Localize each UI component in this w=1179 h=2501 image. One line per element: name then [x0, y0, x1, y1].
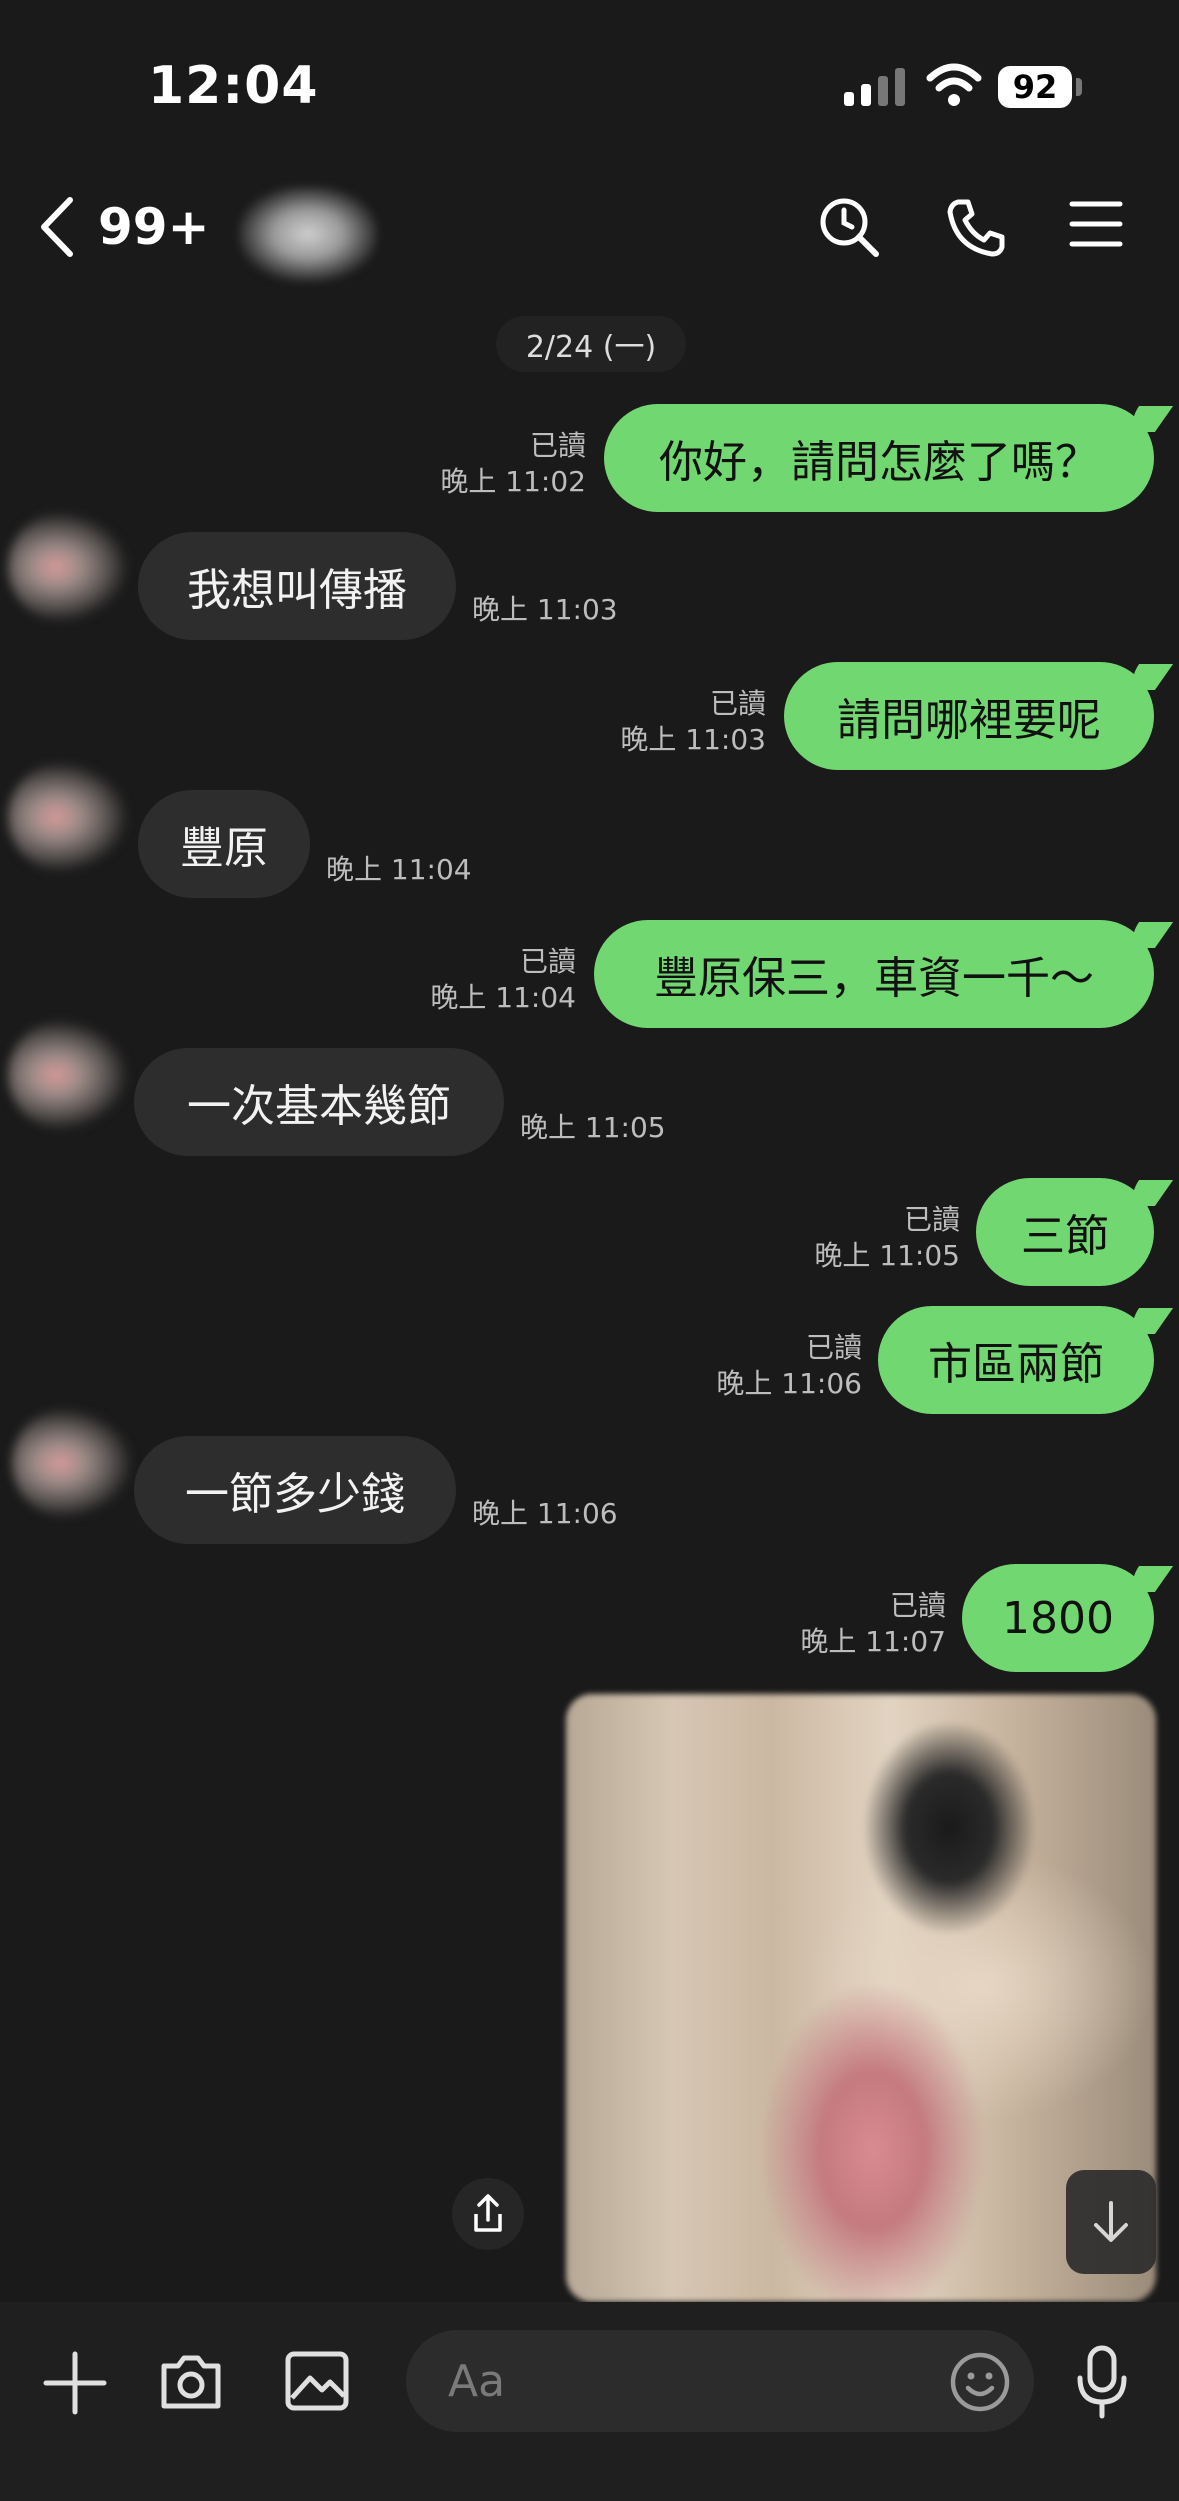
message-time: 晚上 11:03: [620, 723, 766, 756]
battery-indicator: 92: [998, 66, 1072, 108]
microphone-icon[interactable]: [1072, 2344, 1132, 2420]
contact-avatar[interactable]: [8, 762, 128, 872]
search-icon[interactable]: [818, 196, 882, 260]
contact-avatar[interactable]: [8, 1020, 128, 1130]
message-meta: 已讀 晚上 11:03: [610, 686, 766, 758]
read-receipt: 已讀: [529, 429, 586, 462]
phone-call-icon[interactable]: [944, 196, 1008, 260]
received-message-bubble[interactable]: 豐原: [138, 790, 310, 898]
date-divider: 2/24 (一): [496, 316, 686, 372]
contact-avatar[interactable]: [8, 512, 128, 622]
message-meta: 已讀 晚上 11:07: [790, 1588, 946, 1660]
emoji-icon[interactable]: [948, 2350, 1012, 2414]
received-message-bubble[interactable]: 一次基本幾節: [134, 1048, 504, 1156]
message-time: 晚上 11:07: [800, 1625, 946, 1658]
sent-message-bubble[interactable]: 請問哪裡要呢: [784, 662, 1154, 770]
message-time: 晚上 11:04: [430, 981, 576, 1014]
arrow-down-icon: [1094, 2201, 1128, 2242]
share-button[interactable]: [452, 2178, 524, 2250]
sent-message-bubble[interactable]: 你好，請問怎麼了嗎？: [604, 404, 1154, 512]
status-time: 12:04: [148, 56, 319, 116]
sent-message-bubble[interactable]: 豐原保三，車資一千～: [594, 920, 1154, 1028]
message-time: 晚上 11:03: [472, 593, 618, 626]
plus-icon[interactable]: [42, 2350, 108, 2416]
sent-message-bubble[interactable]: 1800: [962, 1564, 1154, 1672]
read-receipt: 已讀: [519, 945, 576, 978]
message-meta: 已讀 晚上 11:02: [430, 428, 586, 500]
message-input-placeholder: Aa: [448, 2356, 506, 2407]
wifi-icon: [926, 63, 982, 106]
message-time: 晚上 11:02: [440, 465, 586, 498]
unread-count[interactable]: 99+: [98, 198, 209, 256]
message-time: 晚上 11:05: [814, 1239, 960, 1272]
scroll-to-bottom-button[interactable]: [1066, 2170, 1156, 2274]
sent-message-bubble[interactable]: 三節: [976, 1178, 1154, 1286]
received-message-bubble[interactable]: 我想叫傳播: [138, 532, 456, 640]
camera-icon[interactable]: [156, 2346, 226, 2416]
message-time: 晚上 11:06: [472, 1497, 618, 1530]
sent-message-bubble[interactable]: 市區兩節: [878, 1306, 1154, 1414]
message-time: 晚上 11:05: [520, 1111, 666, 1144]
back-chevron-icon[interactable]: [36, 196, 76, 258]
received-message-bubble[interactable]: 一節多少錢: [134, 1436, 456, 1544]
menu-icon[interactable]: [1068, 196, 1124, 252]
read-receipt: 已讀: [709, 687, 766, 720]
message-meta: 已讀 晚上 11:06: [706, 1330, 862, 1402]
battery-tip: [1076, 78, 1082, 96]
message-time: 晚上 11:06: [716, 1367, 862, 1400]
read-receipt: 已讀: [889, 1589, 946, 1622]
share-icon: [474, 2194, 502, 2232]
image-gallery-icon[interactable]: [282, 2346, 352, 2416]
message-meta: 已讀 晚上 11:05: [804, 1202, 960, 1274]
cellular-signal-icon: [844, 66, 905, 106]
read-receipt: 已讀: [805, 1331, 862, 1364]
chat-partner-name-blurred: [238, 186, 378, 282]
contact-avatar[interactable]: [12, 1408, 132, 1518]
message-meta: 已讀 晚上 11:04: [420, 944, 576, 1016]
read-receipt: 已讀: [903, 1203, 960, 1236]
message-time: 晚上 11:04: [326, 853, 472, 886]
